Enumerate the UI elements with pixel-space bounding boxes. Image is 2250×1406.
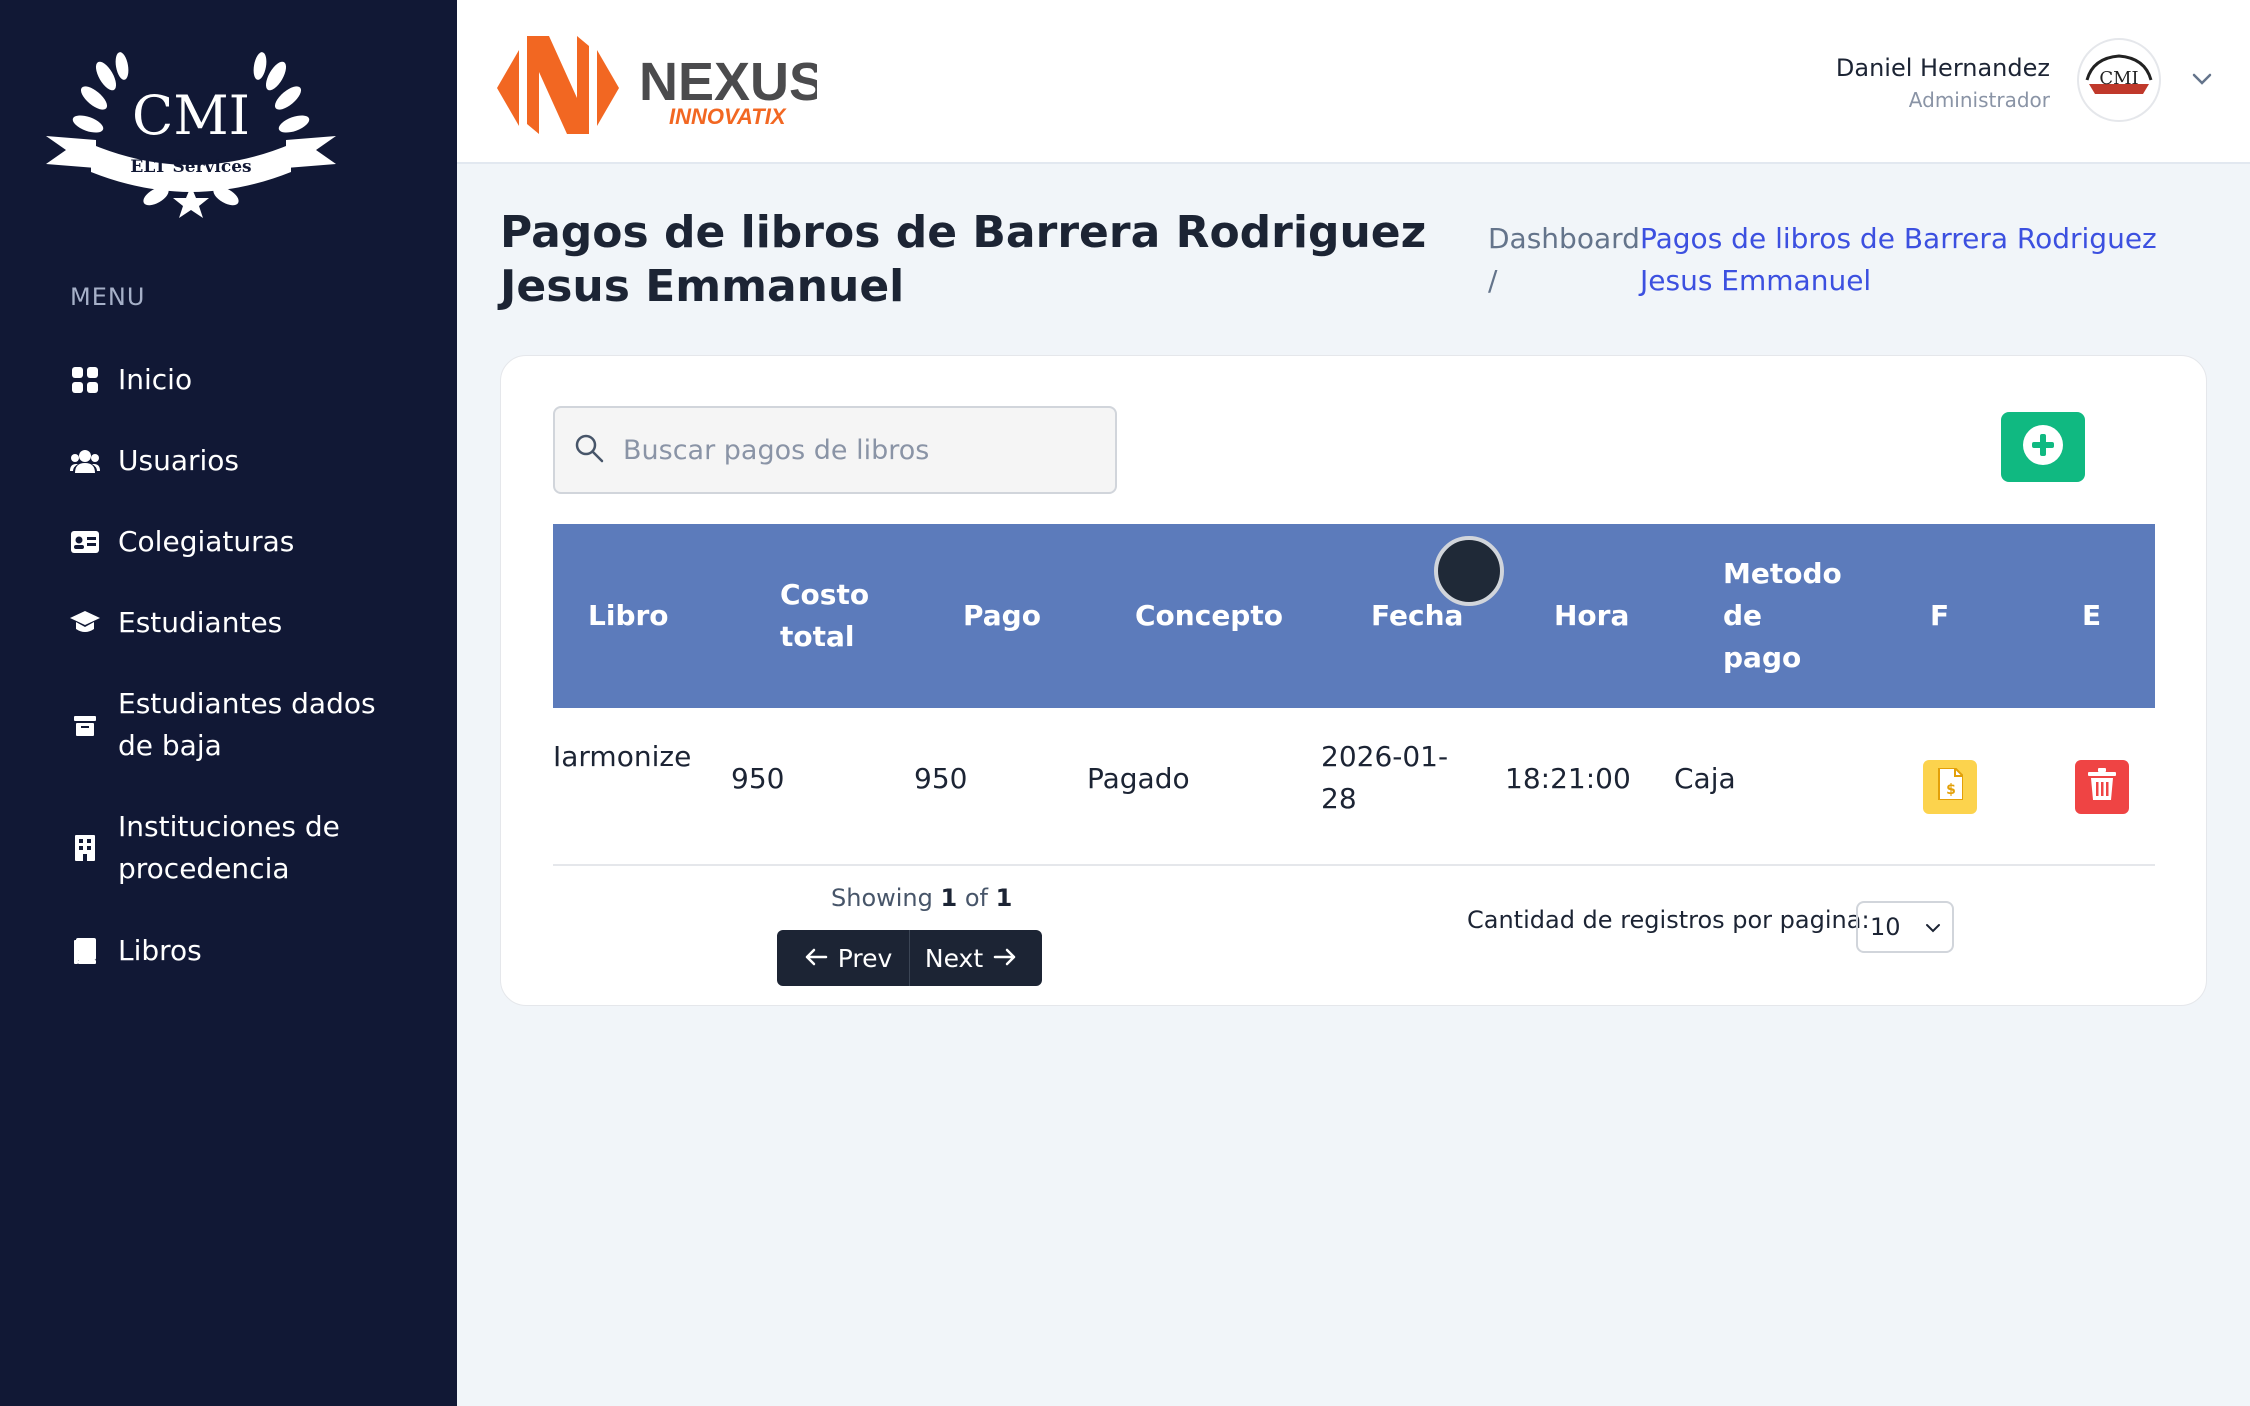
trash-icon [2088, 767, 2116, 807]
nexus-logo[interactable]: NEXUS INNOVATIX [497, 28, 825, 138]
breadcrumb-home[interactable]: Dashboard / [1488, 218, 1640, 302]
search-icon [573, 432, 605, 468]
sidebar-item-estudiantes[interactable]: Estudiantes [70, 602, 282, 644]
column-header-libro[interactable]: Libro [588, 524, 669, 708]
users-icon [70, 446, 100, 476]
user-role: Administrador [1908, 88, 2050, 112]
avatar[interactable]: CMI [2077, 38, 2161, 122]
user-name[interactable]: Daniel Hernandez [1836, 54, 2050, 82]
sidebar-item-label: Inicio [118, 363, 193, 396]
cell-pago: 950 [914, 762, 968, 795]
top-header: NEXUS INNOVATIX Daniel Hernandez Adminis… [457, 0, 2250, 164]
add-payment-button[interactable] [2001, 412, 2085, 482]
sidebar: CMI ELT Services MENU Inicio Usuarios Co… [0, 0, 457, 1406]
sidebar-item-label: Colegiaturas [118, 525, 295, 558]
table-header: Libro Costo total Pago Concepto Fecha Ho… [553, 524, 2155, 708]
search-box[interactable] [553, 406, 1117, 494]
building-icon [70, 833, 100, 863]
delete-button[interactable] [2075, 760, 2129, 814]
table-row: Iarmonize 950 950 Pagado 2026-01-28 18:2… [553, 708, 2155, 866]
cmi-logo[interactable]: CMI ELT Services [36, 36, 346, 221]
column-header-costo-total[interactable]: Costo total [780, 524, 890, 708]
payments-card: Libro Costo total Pago Concepto Fecha Ho… [500, 355, 2207, 1006]
breadcrumb-current: Pagos de libros de Barrera Rodriguez Jes… [1640, 222, 2157, 297]
sidebar-item-label: Libros [118, 934, 202, 967]
cell-fecha: 2026-01-28 [1321, 740, 1449, 815]
svg-text:CMI: CMI [132, 84, 250, 147]
cell-hora: 18:21:00 [1505, 762, 1631, 795]
column-header-hora[interactable]: Hora [1554, 524, 1629, 708]
sidebar-item-libros[interactable]: Libros [70, 930, 202, 972]
svg-text:ELT Services: ELT Services [130, 157, 251, 177]
sidebar-item-label: Usuarios [118, 444, 239, 477]
sidebar-item-instituciones[interactable]: Instituciones de procedencia [70, 806, 418, 890]
column-header-f: F [1930, 599, 1950, 632]
breadcrumb: Dashboard / Pagos de libros de Barrera R… [1488, 218, 2208, 302]
next-button[interactable]: Next [909, 930, 1042, 986]
sidebar-item-inicio[interactable]: Inicio [70, 359, 192, 401]
cursor-indicator [1434, 536, 1504, 606]
arrow-right-icon [983, 944, 1027, 973]
sidebar-item-usuarios[interactable]: Usuarios [70, 440, 239, 482]
svg-text:CMI: CMI [2099, 68, 2138, 89]
chevron-down-icon[interactable] [2187, 64, 2217, 94]
sidebar-item-label: Estudiantes [118, 606, 283, 639]
column-header-concepto[interactable]: Concepto [1135, 524, 1283, 708]
prev-button[interactable]: Prev [777, 930, 909, 986]
sidebar-item-label: Instituciones de procedencia [118, 810, 340, 885]
column-header-e: E [2082, 599, 2102, 632]
column-header-metodo-pago[interactable]: Metodo de pago [1723, 524, 1842, 708]
cell-costo-total: 950 [731, 762, 785, 795]
sidebar-item-estudiantes-baja[interactable]: Estudiantes dados de baja [70, 683, 418, 767]
sidebar-item-label: Estudiantes dados de baja [118, 687, 376, 762]
cell-libro: Iarmonize [553, 740, 692, 773]
book-icon [70, 936, 100, 966]
arrow-left-icon [794, 944, 838, 973]
invoice-dollar-icon: $ [1937, 766, 1964, 807]
per-page-select[interactable]: 10 [1856, 901, 1954, 953]
grid-icon [70, 365, 100, 395]
search-input[interactable] [623, 434, 1083, 466]
sidebar-item-colegiaturas[interactable]: Colegiaturas [70, 521, 294, 563]
cell-concepto: Pagado [1087, 762, 1190, 795]
svg-text:INNOVATIX: INNOVATIX [669, 104, 787, 129]
id-card-icon [70, 527, 100, 557]
column-header-pago[interactable]: Pago [963, 524, 1041, 708]
pagination-controls: Prev Next [777, 930, 1042, 986]
cell-metodo: Caja [1674, 762, 1736, 795]
per-page-label: Cantidad de registros por pagina: [1467, 906, 1870, 934]
menu-heading: MENU [70, 283, 146, 311]
pagination-summary: Showing 1 of 1 [831, 884, 1013, 912]
archive-icon [70, 710, 100, 740]
graduation-cap-icon [70, 608, 100, 638]
pdf-receipt-button[interactable]: $ [1923, 760, 1977, 814]
plus-circle-icon [2021, 423, 2065, 471]
page-title: Pagos de libros de Barrera Rodriguez Jes… [500, 207, 1427, 312]
svg-text:$: $ [1946, 782, 1956, 798]
svg-text:NEXUS: NEXUS [639, 52, 817, 112]
